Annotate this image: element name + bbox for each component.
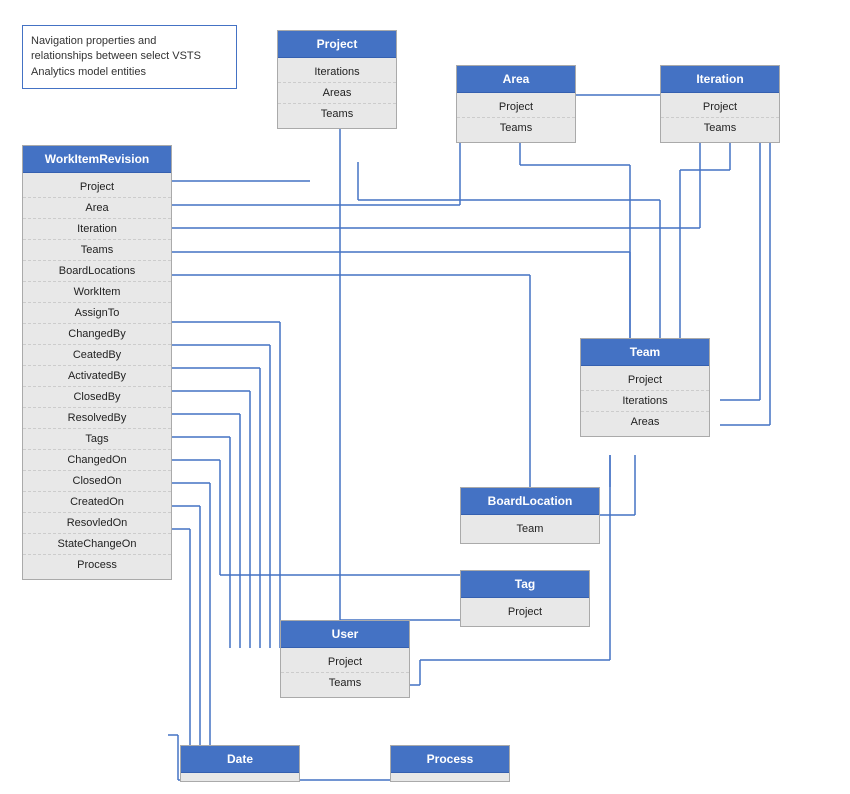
iteration-row-teams: Teams — [661, 118, 779, 138]
note-text: Navigation properties and relationships … — [31, 35, 201, 78]
wir-row-14: ClosedOn — [23, 471, 171, 492]
entity-team: Team Project Iterations Areas — [580, 338, 710, 437]
wir-row-12: Tags — [23, 429, 171, 450]
entity-tag-body: Project — [461, 598, 589, 626]
wir-row-15: CreatedOn — [23, 492, 171, 513]
wir-row-17: StateChangeOn — [23, 534, 171, 555]
diagram-canvas: Navigation properties and relationships … — [0, 0, 850, 794]
entity-tag-header: Tag — [461, 571, 589, 598]
project-row-areas: Areas — [278, 83, 396, 104]
wir-row-10: ClosedBy — [23, 387, 171, 408]
wir-row-11: ResolvedBy — [23, 408, 171, 429]
user-row-project: Project — [281, 652, 409, 673]
entity-project: Project Iterations Areas Teams — [277, 30, 397, 129]
wir-row-8: CeatedBy — [23, 345, 171, 366]
wir-row-13: ChangedOn — [23, 450, 171, 471]
wir-row-4: BoardLocations — [23, 261, 171, 282]
entity-area: Area Project Teams — [456, 65, 576, 143]
entity-iteration: Iteration Project Teams — [660, 65, 780, 143]
entity-bl-body: Team — [461, 515, 599, 543]
entity-iteration-body: Project Teams — [661, 93, 779, 142]
entity-user: User Project Teams — [280, 620, 410, 698]
wir-row-0: Project — [23, 177, 171, 198]
area-row-project: Project — [457, 97, 575, 118]
entity-user-body: Project Teams — [281, 648, 409, 697]
entity-process: Process — [390, 745, 510, 782]
entity-process-header: Process — [391, 746, 509, 773]
entity-boardlocation: BoardLocation Team — [460, 487, 600, 544]
entity-tag: Tag Project — [460, 570, 590, 627]
entity-date-body — [181, 773, 299, 781]
tag-row-project: Project — [461, 602, 589, 622]
team-row-areas: Areas — [581, 412, 709, 432]
entity-process-body — [391, 773, 509, 781]
entity-date: Date — [180, 745, 300, 782]
wir-row-9: ActivatedBy — [23, 366, 171, 387]
note-box: Navigation properties and relationships … — [22, 25, 237, 89]
entity-date-header: Date — [181, 746, 299, 773]
team-row-project: Project — [581, 370, 709, 391]
iteration-row-project: Project — [661, 97, 779, 118]
entity-team-body: Project Iterations Areas — [581, 366, 709, 436]
project-row-teams: Teams — [278, 104, 396, 124]
entity-wir-header: WorkItemRevision — [23, 146, 171, 173]
entity-user-header: User — [281, 621, 409, 648]
wir-row-1: Area — [23, 198, 171, 219]
wir-row-7: ChangedBy — [23, 324, 171, 345]
entity-workitemrevision: WorkItemRevision Project Area Iteration … — [22, 145, 172, 580]
wir-row-16: ResovledOn — [23, 513, 171, 534]
wir-row-6: AssignTo — [23, 303, 171, 324]
entity-area-body: Project Teams — [457, 93, 575, 142]
entity-team-header: Team — [581, 339, 709, 366]
team-row-iterations: Iterations — [581, 391, 709, 412]
entity-project-header: Project — [278, 31, 396, 58]
wir-row-18: Process — [23, 555, 171, 575]
entity-bl-header: BoardLocation — [461, 488, 599, 515]
area-row-teams: Teams — [457, 118, 575, 138]
wir-row-2: Iteration — [23, 219, 171, 240]
project-row-iterations: Iterations — [278, 62, 396, 83]
entity-area-header: Area — [457, 66, 575, 93]
entity-project-body: Iterations Areas Teams — [278, 58, 396, 128]
entity-wir-body: Project Area Iteration Teams BoardLocati… — [23, 173, 171, 579]
wir-row-3: Teams — [23, 240, 171, 261]
user-row-teams: Teams — [281, 673, 409, 693]
entity-iteration-header: Iteration — [661, 66, 779, 93]
bl-row-team: Team — [461, 519, 599, 539]
wir-row-5: WorkItem — [23, 282, 171, 303]
